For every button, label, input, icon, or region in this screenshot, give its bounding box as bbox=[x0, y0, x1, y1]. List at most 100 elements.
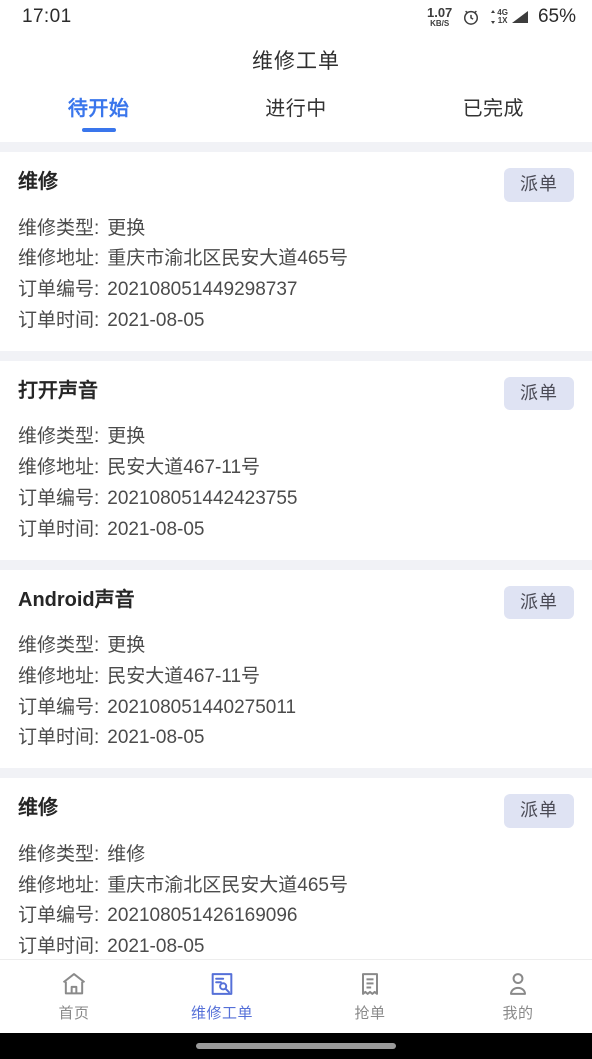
gesture-navigation-bar bbox=[0, 1033, 592, 1059]
status-bar: 17:01 1.07 KB/S 4G 1X 65% bbox=[0, 0, 592, 34]
status-tabs: 待开始 进行中 已完成 bbox=[0, 86, 592, 142]
order-card-header: Android声音 派单 bbox=[18, 585, 574, 620]
bottom-navigation: 首页 维修工单 抢单 我的 bbox=[0, 959, 592, 1033]
tab-pending[interactable]: 待开始 bbox=[0, 92, 197, 132]
repair-address-value: 民安大道467-11号 bbox=[107, 665, 261, 687]
repair-address-value: 重庆市渝北区民安大道465号 bbox=[107, 874, 348, 896]
order-title: Android声音 bbox=[18, 588, 135, 611]
order-time-label: 订单时间: bbox=[18, 936, 100, 958]
order-time-value: 2021-08-05 bbox=[107, 727, 205, 749]
tab-in-progress[interactable]: 进行中 bbox=[197, 92, 394, 132]
order-card[interactable]: 维修 派单 维修类型: 更换 维修地址: 重庆市渝北区民安大道465号 订单编号… bbox=[0, 152, 592, 351]
order-card-header: 维修 派单 bbox=[18, 794, 574, 828]
tab-completed-label: 已完成 bbox=[462, 98, 525, 120]
nav-item-grab-order[interactable]: 抢单 bbox=[296, 970, 444, 1023]
dispatch-button[interactable]: 派单 bbox=[504, 585, 574, 620]
order-list[interactable]: 维修 派单 维修类型: 更换 维修地址: 重庆市渝北区民安大道465号 订单编号… bbox=[0, 152, 592, 959]
order-title: 打开声音 bbox=[18, 379, 98, 402]
nav-item-grab-order-label: 抢单 bbox=[354, 1005, 386, 1022]
order-details: 维修类型: 更换 维修地址: 重庆市渝北区民安大道465号 订单编号: 2021… bbox=[18, 214, 574, 337]
order-number-label: 订单编号: bbox=[18, 279, 100, 301]
tab-completed[interactable]: 已完成 bbox=[395, 92, 592, 132]
order-row-number: 订单编号: 202108051442423755 bbox=[18, 484, 574, 515]
tab-in-progress-label: 进行中 bbox=[265, 98, 327, 120]
tabs-divider bbox=[0, 142, 592, 152]
nav-item-work-order[interactable]: 维修工单 bbox=[148, 970, 296, 1023]
page-title: 维修工单 bbox=[252, 50, 340, 73]
order-card[interactable]: 维修 派单 维修类型: 维修 维修地址: 重庆市渝北区民安大道465号 订单编号… bbox=[0, 778, 592, 959]
repair-type-label: 维修类型: bbox=[18, 426, 100, 448]
order-details: 维修类型: 更换 维修地址: 民安大道467-11号 订单编号: 2021080… bbox=[18, 422, 574, 545]
repair-type-label: 维修类型: bbox=[18, 217, 100, 239]
nav-item-profile-label: 我的 bbox=[502, 1005, 534, 1022]
phone-screen: 17:01 1.07 KB/S 4G 1X 65% 维修工单 待开始 进行中 已… bbox=[0, 0, 592, 1059]
repair-type-label: 维修类型: bbox=[18, 635, 100, 657]
order-time-label: 订单时间: bbox=[18, 518, 100, 540]
repair-address-label: 维修地址: bbox=[18, 248, 100, 270]
order-row-address: 维修地址: 重庆市渝北区民安大道465号 bbox=[18, 871, 574, 902]
order-row-repair-type: 维修类型: 维修 bbox=[18, 840, 574, 871]
dispatch-button[interactable]: 派单 bbox=[504, 376, 574, 411]
repair-type-value: 更换 bbox=[107, 635, 146, 657]
gesture-handle[interactable] bbox=[196, 1043, 396, 1049]
order-card-header: 维修 派单 bbox=[18, 168, 574, 202]
order-number-value: 202108051440275011 bbox=[107, 696, 297, 718]
order-row-address: 维修地址: 民安大道467-11号 bbox=[18, 453, 574, 484]
nav-item-profile[interactable]: 我的 bbox=[444, 970, 592, 1023]
battery-percentage: 65% bbox=[537, 6, 576, 27]
data-transfer-arrows-icon bbox=[491, 10, 496, 24]
order-time-value: 2021-08-05 bbox=[107, 936, 205, 958]
repair-address-label: 维修地址: bbox=[18, 874, 100, 896]
repair-address-value: 重庆市渝北区民安大道465号 bbox=[107, 248, 348, 270]
order-time-value: 2021-08-05 bbox=[107, 309, 205, 331]
home-icon bbox=[60, 970, 88, 998]
person-icon bbox=[504, 970, 532, 998]
network-speed-indicator: 1.07 KB/S bbox=[427, 6, 452, 28]
repair-type-value: 维修 bbox=[107, 843, 146, 865]
order-row-address: 维修地址: 重庆市渝北区民安大道465号 bbox=[18, 244, 574, 275]
repair-type-value: 更换 bbox=[107, 217, 146, 239]
repair-type-value: 更换 bbox=[107, 426, 146, 448]
order-card[interactable]: Android声音 派单 维修类型: 更换 维修地址: 民安大道467-11号 … bbox=[0, 569, 592, 769]
order-row-repair-type: 维修类型: 更换 bbox=[18, 422, 574, 453]
nav-item-home-label: 首页 bbox=[58, 1005, 90, 1022]
order-number-value: 202108051426169096 bbox=[107, 905, 298, 927]
order-number-label: 订单编号: bbox=[18, 487, 100, 509]
work-order-wrench-icon bbox=[208, 970, 236, 998]
alarm-clock-icon bbox=[461, 7, 481, 27]
order-row-address: 维修地址: 民安大道467-11号 bbox=[18, 662, 574, 693]
order-title: 维修 bbox=[18, 171, 58, 193]
repair-address-label: 维修地址: bbox=[18, 457, 100, 479]
dispatch-button[interactable]: 派单 bbox=[504, 794, 574, 828]
signal-bars-icon bbox=[511, 11, 528, 23]
status-icons: 1.07 KB/S 4G 1X 65% bbox=[427, 6, 576, 28]
order-row-repair-type: 维修类型: 更换 bbox=[18, 214, 574, 245]
order-details: 维修类型: 更换 维修地址: 民安大道467-11号 订单编号: 2021080… bbox=[18, 631, 574, 754]
order-time-value: 2021-08-05 bbox=[107, 518, 205, 540]
order-row-repair-type: 维修类型: 更换 bbox=[18, 631, 574, 662]
network-type-bottom: 1X bbox=[497, 16, 508, 25]
order-title: 维修 bbox=[18, 797, 58, 820]
nav-item-home[interactable]: 首页 bbox=[0, 970, 148, 1023]
order-row-time: 订单时间: 2021-08-05 bbox=[18, 515, 574, 546]
dispatch-button[interactable]: 派单 bbox=[504, 168, 574, 202]
order-time-label: 订单时间: bbox=[18, 309, 100, 331]
app-header: 维修工单 bbox=[0, 34, 592, 86]
order-number-label: 订单编号: bbox=[18, 696, 100, 718]
status-time: 17:01 bbox=[22, 6, 72, 27]
receipt-icon bbox=[356, 970, 384, 998]
order-row-time: 订单时间: 2021-08-05 bbox=[18, 306, 574, 337]
order-row-time: 订单时间: 2021-08-05 bbox=[18, 932, 574, 959]
nav-item-work-order-label: 维修工单 bbox=[190, 1005, 253, 1022]
network-speed-unit: KB/S bbox=[430, 19, 450, 28]
order-row-time: 订单时间: 2021-08-05 bbox=[18, 723, 574, 754]
order-number-value: 202108051449298737 bbox=[107, 279, 298, 301]
order-card[interactable]: 打开声音 派单 维修类型: 更换 维修地址: 民安大道467-11号 订单编号:… bbox=[0, 360, 592, 560]
tab-active-underline bbox=[81, 128, 116, 132]
network-speed-value: 1.07 bbox=[426, 5, 453, 20]
repair-type-label: 维修类型: bbox=[18, 843, 100, 865]
repair-address-value: 民安大道467-11号 bbox=[107, 457, 261, 479]
repair-address-label: 维修地址: bbox=[18, 665, 100, 687]
order-row-number: 订单编号: 202108051449298737 bbox=[18, 275, 574, 306]
network-type-indicator: 4G 1X bbox=[490, 9, 529, 25]
